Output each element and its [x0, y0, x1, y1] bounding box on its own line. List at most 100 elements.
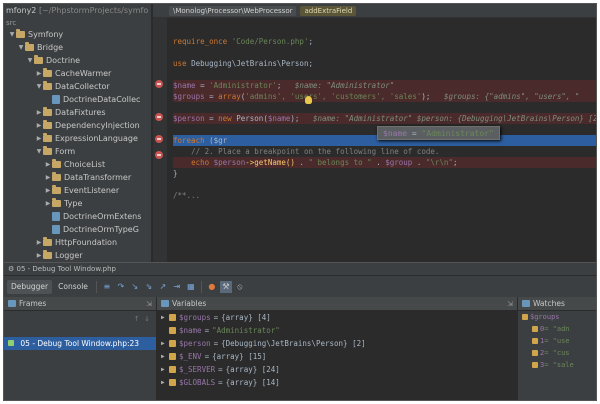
variable-value: {array} [15] [212, 352, 267, 361]
intention-bulb-icon[interactable] [305, 96, 312, 104]
expand-arrow-icon[interactable]: ▶ [161, 363, 169, 376]
tab-debugger[interactable]: Debugger [7, 279, 53, 294]
breakpoint-icon[interactable] [155, 135, 163, 143]
tree-folder-item[interactable]: ▼ Doctrine [4, 54, 151, 67]
chevron-down-icon[interactable]: ▼ [8, 28, 16, 41]
variable: $person [173, 114, 205, 123]
chevron-right-icon[interactable]: ▶ [35, 132, 43, 145]
php-file-icon [52, 225, 60, 234]
watch-value: = "adn [544, 325, 570, 333]
chevron-right-icon[interactable]: ▶ [44, 171, 52, 184]
mute-breakpoints-icon[interactable]: ⦸ [234, 281, 246, 293]
code-line-breakpoint: $person = new Person($name); $name: "Adm… [173, 113, 596, 124]
tree-file-item[interactable]: DoctrineDataCollec [4, 93, 151, 106]
expand-arrow-icon[interactable]: ▶ [161, 311, 169, 324]
variable-row[interactable]: ▶ $person = {Debugging\JetBrains\Person} [2… [157, 337, 517, 350]
keyword: echo [191, 158, 210, 167]
chevron-right-icon[interactable]: ▶ [44, 197, 52, 210]
folder-icon [16, 29, 25, 38]
folded-comment[interactable]: /**... [173, 191, 200, 200]
editor-gutter[interactable] [153, 18, 167, 262]
code-editor[interactable]: \Monolog\Processor\WebProcessor addExtra… [153, 4, 596, 262]
breakpoint-icon[interactable] [155, 113, 163, 121]
tree-folder-item[interactable]: ▶ DataTransformer [4, 171, 151, 184]
variable-row[interactable]: $name = "Administrator" [157, 324, 517, 337]
chevron-right-icon[interactable]: ▶ [44, 158, 52, 171]
tree-item-label: DoctrineOrmExtens [63, 212, 142, 221]
chevron-right-icon[interactable]: ▶ [35, 236, 43, 249]
variable-name: $GLOBALS [179, 378, 216, 387]
tree-file-item[interactable]: DoctrineOrmTypeG [4, 223, 151, 236]
expand-arrow-icon[interactable]: ▶ [161, 350, 169, 363]
view-breakpoints-icon[interactable]: ● [206, 281, 218, 293]
chevron-right-icon[interactable]: ▶ [35, 249, 43, 262]
tree-item-label: DoctrineDataCollec [63, 95, 141, 104]
force-step-into-icon[interactable]: ⇘ [143, 281, 155, 293]
frame-navigation-icons[interactable]: ↑ ↓ [134, 315, 150, 323]
step-into-icon[interactable]: ↘ [129, 281, 141, 293]
tree-folder-item[interactable]: ▼ Form [4, 145, 151, 158]
variable-row[interactable]: ▶ $_SERVER = {array} [24] [157, 363, 517, 376]
tree-folder-item[interactable]: ▶ ChoiceList [4, 158, 151, 171]
expand-arrow-icon[interactable]: ▶ [161, 376, 169, 389]
watch-row[interactable]: 2 = "cus [518, 347, 596, 359]
tree-folder-item[interactable]: ▶ DataFixtures [4, 106, 151, 119]
watch-row[interactable]: 1 = "use [518, 335, 596, 347]
tree-item-label: Symfony [28, 30, 64, 39]
tree-folder-item[interactable]: ▼ Bridge [4, 41, 151, 54]
tree-folder-item[interactable]: ▼ Symfony [4, 28, 151, 41]
tree-folder-item[interactable]: ▶ EventListener [4, 184, 151, 197]
chevron-right-icon[interactable]: ▶ [35, 106, 43, 119]
tree-file-item[interactable]: DoctrineOrmExtens [4, 210, 151, 223]
equals-sign: = [213, 313, 219, 322]
variable: $group [385, 158, 413, 167]
breakpoint-icon[interactable] [155, 151, 163, 159]
debug-icon: ⚙ [8, 265, 15, 273]
chevron-down-icon[interactable]: ▼ [26, 54, 34, 67]
namespace: Debugging\JetBrains\Person; [191, 59, 313, 68]
watch-row[interactable]: 0 = "adn [518, 323, 596, 335]
tree-folder-item[interactable]: ▼ DataCollector [4, 80, 151, 93]
folder-icon [43, 250, 52, 259]
code-line-breakpoint: $groups = array('admins', 'users', 'cust… [173, 91, 596, 102]
tree-folder-item[interactable]: ▶ DependencyInjection [4, 119, 151, 132]
code-line: use Debugging\JetBrains\Person; [173, 58, 596, 69]
toolbar-separator [95, 280, 97, 293]
expand-arrow-icon[interactable]: ▶ [161, 337, 169, 350]
tree-folder-item[interactable]: ▶ CacheWarmer [4, 67, 151, 80]
run-to-cursor-icon[interactable]: ⇥ [171, 281, 183, 293]
tree-folder-item[interactable]: ▶ Logger [4, 249, 151, 262]
frame-list-item-selected[interactable]: 05 - Debug Tool Window.php:23 [4, 337, 156, 350]
step-over-icon[interactable]: ↷ [115, 281, 127, 293]
step-out-icon[interactable]: ↗ [157, 281, 169, 293]
tree-folder-item[interactable]: ▶ HttpFoundation [4, 236, 151, 249]
panel-menu-icon[interactable]: ⇲ [146, 300, 152, 308]
chevron-right-icon[interactable]: ▶ [44, 184, 52, 197]
tree-folder-item[interactable]: ▶ ExpressionLanguage [4, 132, 151, 145]
breakpoint-icon[interactable] [155, 80, 163, 88]
tree-folder-item[interactable]: ▶ Type [4, 197, 151, 210]
watch-row[interactable]: 3 = "sale [518, 359, 596, 371]
variable-icon [169, 353, 176, 360]
show-execution-point-icon[interactable]: ≡ [101, 281, 113, 293]
keyword: new [218, 114, 232, 123]
settings-icon[interactable]: ⚒ [219, 280, 232, 293]
chevron-down-icon[interactable]: ▼ [35, 145, 43, 158]
chevron-right-icon[interactable]: ▶ [35, 119, 43, 132]
variable-row[interactable]: ▶ $GLOBALS = {array} [14] [157, 376, 517, 389]
tree-item-label: Bridge [37, 43, 64, 52]
variable-row[interactable]: ▶ $_ENV = {array} [15] [157, 350, 517, 363]
toolbar-separator [200, 280, 202, 293]
chevron-right-icon[interactable]: ▶ [35, 67, 43, 80]
breadcrumb-class[interactable]: \Monolog\Processor\WebProcessor [169, 5, 297, 16]
variable-name: $name [179, 326, 202, 335]
chevron-down-icon[interactable]: ▼ [35, 80, 43, 93]
variable-row[interactable]: ▶ $groups = {array} [4] [157, 311, 517, 324]
chevron-down-icon[interactable]: ▼ [17, 41, 25, 54]
panel-menu-icon[interactable]: ⇲ [507, 300, 513, 308]
evaluate-expression-icon[interactable]: ▦ [185, 281, 197, 293]
watch-row[interactable]: $groups [518, 311, 596, 323]
debug-toolbar: Debugger Console ≡ ↷ ↘ ⇘ ↗ ⇥ ▦ ● ⚒ ⦸ [4, 275, 596, 297]
breadcrumb-method[interactable]: addExtraField [300, 5, 357, 16]
tab-console[interactable]: Console [54, 280, 92, 294]
